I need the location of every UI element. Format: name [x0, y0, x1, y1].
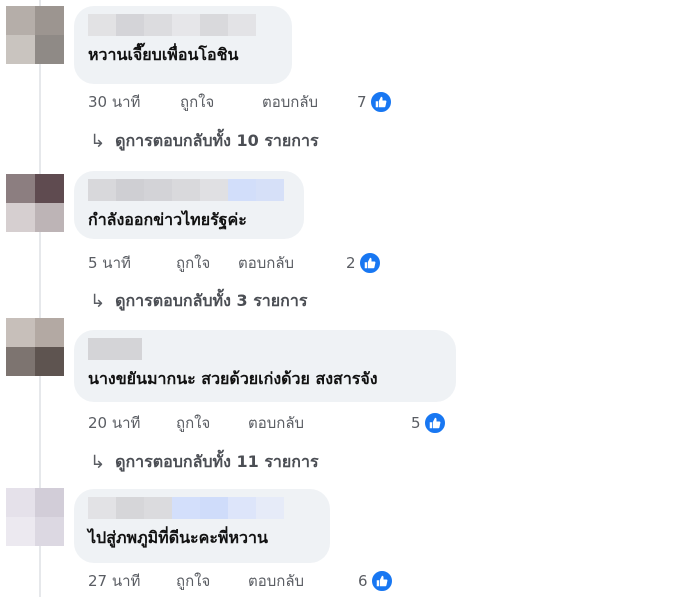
comment-bubble: กำลังออกข่าวไทยรัฐค่ะ: [74, 171, 304, 239]
timestamp-link[interactable]: 27 นาที: [88, 569, 176, 593]
author-name-redacted[interactable]: [88, 497, 316, 519]
comment-actions: 5 นาที ถูกใจ ตอบกลับ: [88, 250, 294, 276]
reply-arrow-icon: ↳: [90, 451, 106, 473]
author-name-redacted[interactable]: [88, 14, 278, 36]
reaction-count: 2: [346, 254, 356, 272]
reaction-count: 6: [358, 572, 368, 590]
view-replies-link[interactable]: ↳ ดูการตอบกลับทั้ง 11 รายการ: [90, 450, 319, 474]
reply-arrow-icon: ↳: [90, 130, 106, 152]
comment-bubble: ไปสู่ภพภูมิที่ดีนะคะพี่หวาน: [74, 489, 330, 563]
reply-button[interactable]: ตอบกลับ: [238, 251, 294, 275]
author-name-redacted[interactable]: [88, 179, 290, 201]
comment-actions: 30 นาที ถูกใจ ตอบกลับ: [88, 89, 318, 115]
like-button[interactable]: ถูกใจ: [180, 90, 262, 114]
avatar[interactable]: [6, 318, 64, 376]
like-button[interactable]: ถูกใจ: [176, 251, 238, 275]
comment-actions: 27 นาที ถูกใจ ตอบกลับ: [88, 568, 304, 594]
view-replies-link[interactable]: ↳ ดูการตอบกลับทั้ง 3 รายการ: [90, 289, 307, 313]
comment-bubble: นางขยันมากนะ สวยด้วยเก่งด้วย สงสารจัง: [74, 330, 456, 402]
view-replies-link[interactable]: ↳ ดูการตอบกลับทั้ง 10 รายการ: [90, 129, 319, 153]
thumbs-up-icon: [423, 412, 446, 434]
like-button[interactable]: ถูกใจ: [176, 569, 248, 593]
thumbs-up-icon: [358, 252, 381, 274]
reply-button[interactable]: ตอบกลับ: [248, 411, 304, 435]
reply-button[interactable]: ตอบกลับ: [248, 569, 304, 593]
comment-text: ไปสู่ภพภูมิที่ดีนะคะพี่หวาน: [88, 528, 268, 547]
reaction-summary[interactable]: 7: [357, 89, 392, 115]
thumbs-up-icon: [370, 570, 393, 592]
comment-bubble: หวานเจี๊ยบเพื่อนโอชิน: [74, 6, 292, 84]
reaction-summary[interactable]: 5: [411, 410, 446, 436]
reaction-summary[interactable]: 2: [346, 250, 381, 276]
reply-button[interactable]: ตอบกลับ: [262, 90, 318, 114]
reaction-count: 7: [357, 93, 367, 111]
comment-actions: 20 นาที ถูกใจ ตอบกลับ: [88, 410, 304, 436]
avatar[interactable]: [6, 488, 64, 546]
view-replies-label: ดูการตอบกลับทั้ง 3 รายการ: [115, 290, 308, 310]
comment-text: หวานเจี๊ยบเพื่อนโอชิน: [88, 45, 239, 64]
reply-arrow-icon: ↳: [90, 290, 106, 312]
comment-text: กำลังออกข่าวไทยรัฐค่ะ: [88, 210, 247, 229]
author-name-redacted[interactable]: [88, 338, 442, 360]
view-replies-label: ดูการตอบกลับทั้ง 10 รายการ: [115, 130, 319, 150]
timestamp-link[interactable]: 30 นาที: [88, 90, 180, 114]
timestamp-link[interactable]: 5 นาที: [88, 251, 176, 275]
view-replies-label: ดูการตอบกลับทั้ง 11 รายการ: [115, 451, 319, 471]
like-button[interactable]: ถูกใจ: [176, 411, 248, 435]
avatar[interactable]: [6, 6, 64, 64]
reaction-summary[interactable]: 6: [358, 568, 393, 594]
comment-text: นางขยันมากนะ สวยด้วยเก่งด้วย สงสารจัง: [88, 369, 378, 388]
avatar[interactable]: [6, 174, 64, 232]
reaction-count: 5: [411, 414, 421, 432]
timestamp-link[interactable]: 20 นาที: [88, 411, 176, 435]
thumbs-up-icon: [369, 91, 392, 113]
